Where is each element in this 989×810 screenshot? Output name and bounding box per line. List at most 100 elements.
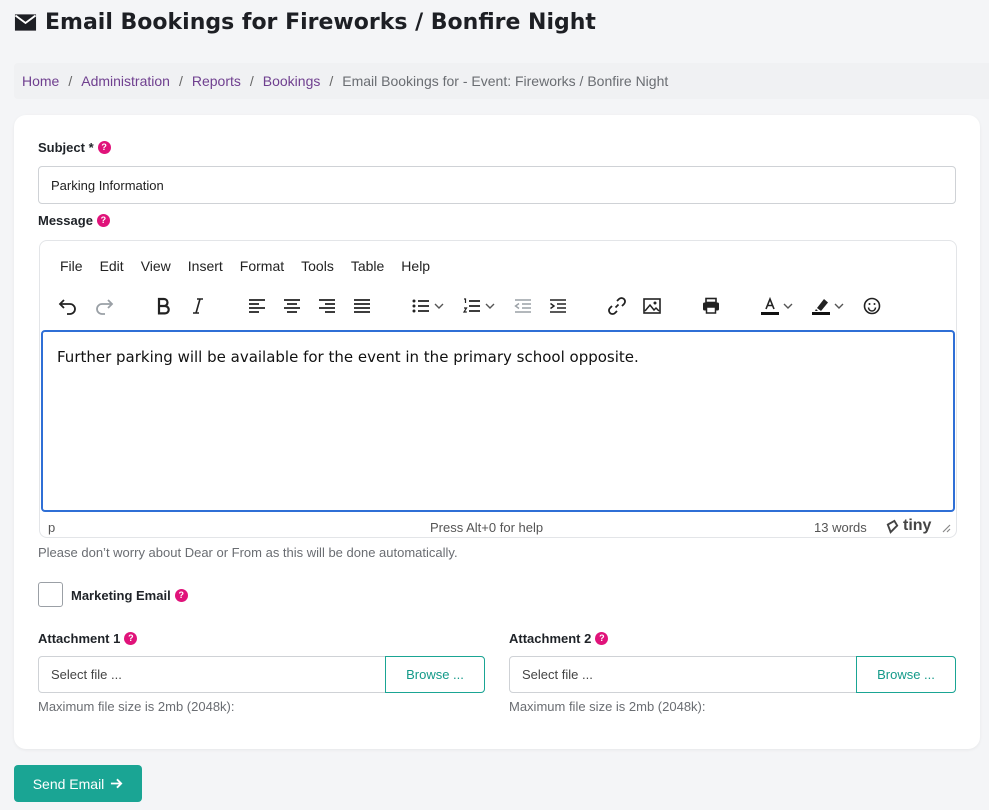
menu-view[interactable]: View [141, 258, 171, 274]
menu-insert[interactable]: Insert [188, 258, 223, 274]
editor-toolbar [56, 293, 936, 319]
bold-icon [157, 297, 170, 315]
attachment2-label: Attachment 2 ? [509, 631, 609, 646]
breadcrumb-current: Email Bookings for - Event: Fireworks / … [342, 73, 669, 89]
message-editor: File Edit View Insert Format Tools Table… [39, 240, 957, 538]
numbered-list-icon [462, 298, 480, 313]
attachment1-size-note: Maximum file size is 2mb (2048k): [38, 699, 235, 714]
attachment2-file-text[interactable]: Select file ... [510, 657, 856, 692]
envelope-icon [14, 14, 37, 31]
justify-icon [354, 299, 370, 313]
resize-handle-icon[interactable] [942, 524, 951, 533]
outdent-icon [514, 299, 531, 313]
page-title: Email Bookings for Fireworks / Bonfire N… [14, 10, 596, 35]
print-button[interactable] [701, 293, 721, 319]
send-email-button[interactable]: Send Email [14, 765, 142, 802]
italic-icon [193, 298, 203, 314]
justify-button[interactable] [352, 293, 372, 319]
indent-button[interactable] [548, 293, 568, 319]
subject-label-text: Subject * [38, 140, 94, 155]
bold-button[interactable] [153, 293, 173, 319]
send-email-label: Send Email [32, 775, 105, 792]
breadcrumb-separator: / [68, 73, 73, 89]
bullet-list-button[interactable] [411, 293, 445, 319]
tiny-brand-logo[interactable]: tiny [885, 517, 931, 535]
redo-icon [96, 299, 114, 315]
message-help-icon[interactable]: ? [96, 214, 110, 227]
align-right-button[interactable] [317, 293, 337, 319]
message-label-text: Message [38, 213, 93, 228]
subject-label: Subject * ? [38, 140, 111, 155]
image-icon [643, 298, 661, 314]
subject-input-value: Parking Information [51, 177, 164, 193]
menu-help[interactable]: Help [401, 258, 430, 274]
undo-button[interactable] [58, 293, 78, 319]
chevron-down-icon[interactable] [833, 300, 845, 312]
chevron-down-icon[interactable] [782, 300, 794, 312]
marketing-help-icon[interactable]: ? [174, 589, 188, 602]
attachment1-help-icon[interactable]: ? [124, 632, 138, 645]
insert-link-button[interactable] [607, 293, 627, 319]
marketing-email-checkbox[interactable] [38, 582, 63, 607]
page-title-text: Email Bookings for Fireworks / Bonfire N… [45, 10, 596, 35]
editor-content-text: Further parking will be available for th… [57, 348, 639, 366]
tiny-brand-text: tiny [903, 517, 932, 534]
marketing-email-label: Marketing Email ? [71, 588, 188, 603]
arrow-right-icon [111, 778, 123, 789]
link-icon [608, 297, 626, 315]
attachment1-file-text[interactable]: Select file ... [39, 657, 385, 692]
align-left-icon [249, 299, 265, 313]
attachment2-file-input[interactable]: Select file ... Browse ... [509, 656, 956, 693]
editor-menubar: File Edit View Insert Format Tools Table… [60, 258, 447, 274]
attachment2-size-note: Maximum file size is 2mb (2048k): [509, 699, 706, 714]
subject-input[interactable]: Parking Information [38, 166, 956, 204]
breadcrumb-home[interactable]: Home [22, 73, 59, 89]
tiny-logo-icon [886, 519, 899, 534]
breadcrumb-separator: / [178, 73, 183, 89]
menu-edit[interactable]: Edit [100, 258, 124, 274]
breadcrumb-administration[interactable]: Administration [81, 73, 170, 89]
attachment2-label-text: Attachment 2 [509, 631, 592, 646]
chevron-down-icon[interactable] [433, 300, 445, 312]
align-left-button[interactable] [247, 293, 267, 319]
print-icon [703, 297, 719, 314]
attachment1-file-input[interactable]: Select file ... Browse ... [38, 656, 485, 693]
menu-format[interactable]: Format [240, 258, 284, 274]
bullet-list-icon [412, 299, 429, 313]
insert-image-button[interactable] [642, 293, 662, 319]
align-right-icon [319, 299, 335, 313]
indent-icon [550, 299, 566, 313]
email-form-card: Subject * ? Parking Information Message … [14, 115, 980, 749]
element-path[interactable]: p [48, 520, 55, 535]
emoji-button[interactable] [862, 293, 882, 319]
italic-button[interactable] [188, 293, 208, 319]
menu-file[interactable]: File [60, 258, 83, 274]
attachment1-label: Attachment 1 ? [38, 631, 138, 646]
editor-content-area[interactable]: Further parking will be available for th… [41, 330, 955, 512]
subject-help-icon[interactable]: ? [97, 141, 111, 154]
highlighter-icon [812, 299, 830, 315]
redo-button[interactable] [94, 293, 114, 319]
attachment2-browse-button[interactable]: Browse ... [856, 656, 956, 693]
marketing-email-label-text[interactable]: Marketing Email [71, 588, 171, 603]
breadcrumb-reports[interactable]: Reports [192, 73, 241, 89]
emoji-icon [863, 297, 881, 315]
chevron-down-icon[interactable] [484, 300, 496, 312]
word-count[interactable]: 13 words [814, 520, 867, 535]
attachment1-browse-button[interactable]: Browse ... [385, 656, 485, 693]
menu-tools[interactable]: Tools [301, 258, 334, 274]
attachment2-help-icon[interactable]: ? [595, 632, 609, 645]
editor-statusbar: p Press Alt+0 for help 13 words tiny [40, 515, 956, 537]
breadcrumb-separator: / [329, 73, 334, 89]
outdent-button[interactable] [513, 293, 533, 319]
align-center-icon [284, 299, 300, 313]
menu-table[interactable]: Table [351, 258, 384, 274]
numbered-list-button[interactable] [462, 293, 496, 319]
help-shortcut-text: Press Alt+0 for help [430, 520, 544, 535]
breadcrumb-bookings[interactable]: Bookings [263, 73, 321, 89]
breadcrumb: Home / Administration / Reports / Bookin… [14, 63, 989, 99]
text-color-button[interactable] [760, 293, 794, 319]
undo-icon [58, 299, 76, 315]
highlight-color-button[interactable] [811, 293, 845, 319]
align-center-button[interactable] [282, 293, 302, 319]
